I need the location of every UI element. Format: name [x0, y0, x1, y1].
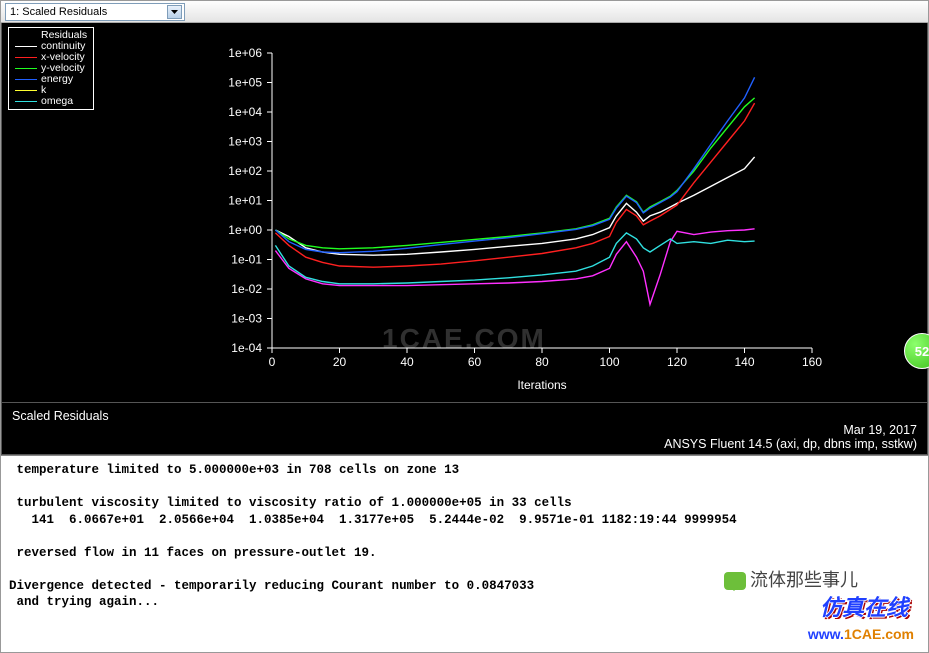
- residuals-plot-panel: Residuals continuityx-velocityy-velocity…: [1, 23, 928, 455]
- legend-label: omega: [41, 96, 73, 107]
- legend-swatch: [15, 90, 37, 92]
- legend-swatch: [15, 79, 37, 81]
- overlay-url: www.1CAE.com: [808, 626, 914, 642]
- svg-text:140: 140: [734, 355, 754, 369]
- info-date: Mar 19, 2017: [12, 423, 917, 437]
- legend-swatch: [15, 101, 37, 103]
- svg-text:20: 20: [333, 355, 347, 369]
- svg-text:1e-04: 1e-04: [231, 341, 262, 355]
- svg-text:1e+00: 1e+00: [228, 223, 262, 237]
- view-selector-dropdown[interactable]: 1: Scaled Residuals: [5, 3, 185, 21]
- legend-item: omega: [15, 96, 87, 107]
- chart-svg: 1e-04 1e-03 1e-02 1e-01 1e+00 1e+01 1e+02 1e+03…: [202, 43, 822, 393]
- svg-text:1e-02: 1e-02: [231, 282, 262, 296]
- badge-text: 52: [915, 344, 929, 359]
- svg-text:1e+01: 1e+01: [228, 194, 262, 208]
- series-continuity: [275, 157, 754, 255]
- svg-text:40: 40: [400, 355, 414, 369]
- svg-text:1e+06: 1e+06: [228, 46, 262, 60]
- legend-swatch: [15, 57, 37, 59]
- svg-text:0: 0: [269, 355, 276, 369]
- svg-text:1e+05: 1e+05: [228, 76, 262, 90]
- legend-box: Residuals continuityx-velocityy-velocity…: [8, 27, 94, 110]
- svg-text:1e+03: 1e+03: [228, 135, 262, 149]
- svg-text:100: 100: [599, 355, 619, 369]
- svg-text:160: 160: [802, 355, 822, 369]
- svg-text:1e-03: 1e-03: [231, 312, 262, 326]
- svg-text:80: 80: [535, 355, 549, 369]
- svg-text:1e-01: 1e-01: [231, 253, 262, 267]
- svg-text:120: 120: [667, 355, 687, 369]
- series-energy: [275, 77, 754, 252]
- legend-swatch: [15, 46, 37, 48]
- series-y-velocity: [275, 98, 754, 249]
- toolbar: 1: Scaled Residuals: [1, 1, 928, 23]
- legend-item: energy: [15, 74, 87, 85]
- overlay-wechat: 流体那些事儿: [724, 566, 858, 592]
- chevron-down-icon: [167, 5, 182, 19]
- overlay-fzzx: 仿真在线: [820, 590, 908, 622]
- residuals-chart: 1e-04 1e-03 1e-02 1e-01 1e+00 1e+01 1e+02 1e+03…: [202, 43, 822, 393]
- info-left: Scaled Residuals: [12, 409, 109, 423]
- plot-info-bar: Scaled Residuals Mar 19, 2017 ANSYS Flue…: [2, 402, 927, 454]
- svg-text:60: 60: [468, 355, 482, 369]
- speech-bubble-icon: [724, 572, 746, 590]
- svg-text:Iterations: Iterations: [517, 378, 566, 392]
- info-product: ANSYS Fluent 14.5 (axi, dp, dbns imp, ss…: [12, 437, 917, 451]
- series-omega: [275, 233, 754, 284]
- svg-text:1e+02: 1e+02: [228, 164, 262, 178]
- tui-console[interactable]: temperature limited to 5.000000e+03 in 7…: [1, 455, 928, 652]
- dropdown-label: 1: Scaled Residuals: [10, 6, 107, 18]
- legend-swatch: [15, 68, 37, 70]
- svg-text:1e+04: 1e+04: [228, 105, 262, 119]
